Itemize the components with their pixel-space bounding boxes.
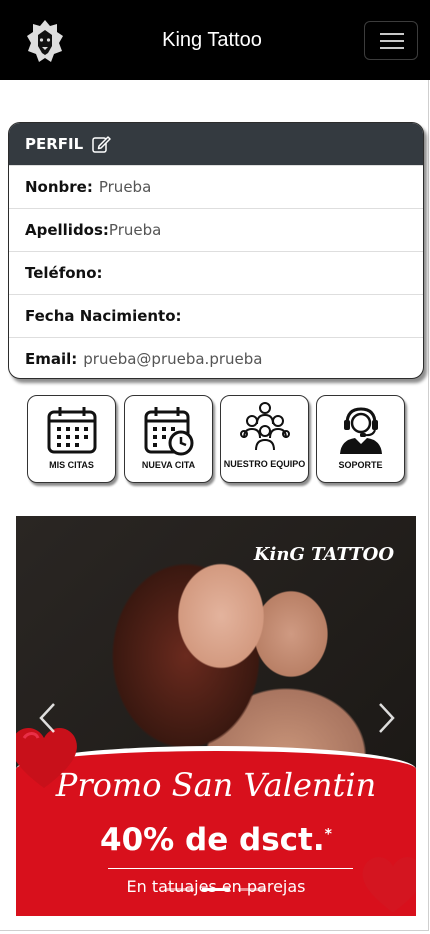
mis-citas-button[interactable]: MIS CITAS bbox=[27, 395, 116, 483]
banner-brand: KinG TATTOO bbox=[253, 544, 394, 565]
heart-icon bbox=[362, 857, 416, 913]
team-icon bbox=[240, 402, 290, 451]
field-label: Email: bbox=[25, 350, 78, 368]
nuestro-equipo-button[interactable]: NUESTRO EQUIPO bbox=[220, 395, 309, 483]
chevron-left-icon[interactable] bbox=[36, 701, 60, 735]
profile-title: PERFIL bbox=[25, 135, 84, 153]
field-label: Nonbre: bbox=[25, 178, 93, 196]
field-value: Prueba bbox=[98, 178, 152, 196]
carousel-indicator[interactable] bbox=[166, 888, 194, 891]
discount-text: 40% de dsct. bbox=[100, 822, 325, 858]
nueva-cita-label: NUEVA CITA bbox=[141, 460, 196, 470]
edit-icon[interactable] bbox=[91, 134, 111, 154]
discount-mark: * bbox=[324, 826, 332, 843]
field-value: prueba@prueba.prueba bbox=[83, 350, 263, 368]
profile-row-birthdate: Fecha Nacimiento: bbox=[9, 294, 423, 337]
field-value: Prueba bbox=[108, 221, 162, 239]
hamburger-icon bbox=[380, 33, 404, 35]
carousel-indicator[interactable] bbox=[238, 888, 266, 891]
profile-card: PERFIL Nonbre: Prueba Apellidos: Prueba … bbox=[8, 122, 424, 379]
profile-row-name: Nonbre: Prueba bbox=[9, 165, 423, 208]
promo-carousel[interactable]: KinG TATTOO Promo San Valentin 40% de ds… bbox=[16, 516, 416, 916]
soporte-button[interactable]: SOPORTE bbox=[316, 395, 405, 483]
calendar-clock-icon bbox=[144, 407, 194, 456]
mis-citas-label: MIS CITAS bbox=[49, 460, 94, 470]
hamburger-icon-bar bbox=[380, 40, 404, 42]
profile-row-phone: Teléfono: bbox=[9, 251, 423, 294]
field-label: Fecha Nacimiento: bbox=[25, 307, 182, 325]
chevron-right-icon[interactable] bbox=[374, 701, 398, 735]
calendar-icon bbox=[47, 407, 97, 454]
soporte-label: SOPORTE bbox=[338, 460, 383, 470]
profile-header: PERFIL bbox=[9, 123, 423, 165]
field-label: Teléfono: bbox=[25, 264, 103, 282]
support-headset-icon bbox=[340, 407, 382, 454]
nueva-cita-button[interactable]: NUEVA CITA bbox=[124, 395, 213, 483]
profile-row-surname: Apellidos: Prueba bbox=[9, 208, 423, 251]
nuestro-equipo-label: NUESTRO EQUIPO bbox=[223, 459, 306, 469]
hamburger-icon-bar bbox=[380, 47, 404, 49]
field-label: Apellidos: bbox=[25, 221, 109, 239]
profile-row-email: Email: prueba@prueba.prueba bbox=[9, 337, 423, 378]
promo-divider bbox=[108, 868, 353, 869]
carousel-indicator-active[interactable] bbox=[202, 888, 230, 891]
menu-toggle-button[interactable] bbox=[364, 21, 418, 60]
brand-title[interactable]: King Tattoo bbox=[0, 29, 424, 52]
navbar: King Tattoo bbox=[0, 0, 430, 80]
